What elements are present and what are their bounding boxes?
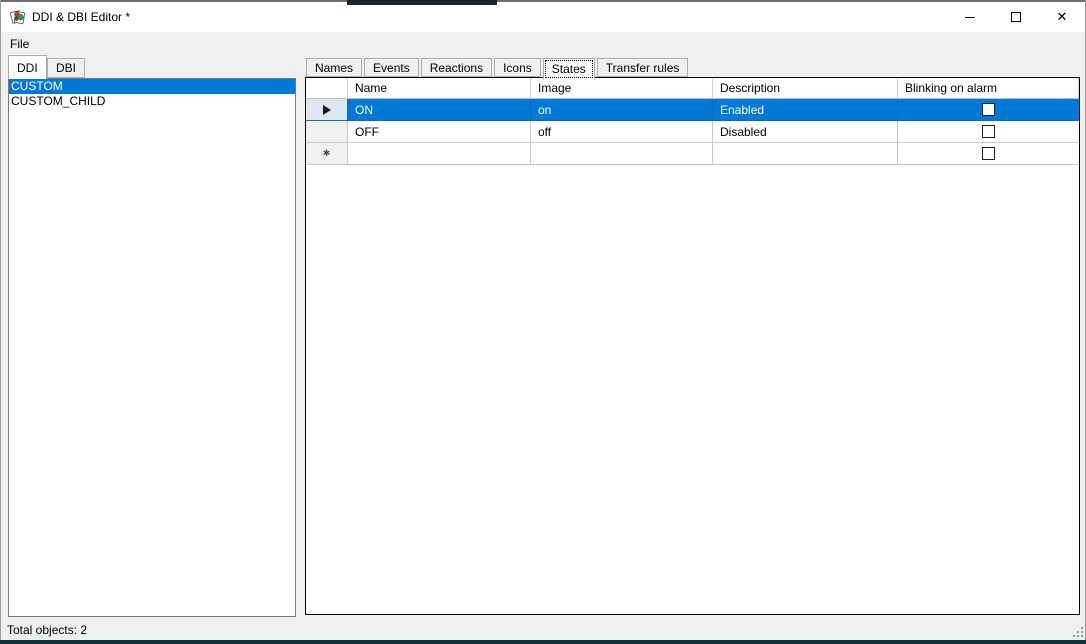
window-title: DDI & DBI Editor * [32,10,131,24]
row-header-cell[interactable] [306,99,348,121]
column-header-blinking[interactable]: Blinking on alarm [898,78,1079,99]
row-header-cell[interactable]: ✱ [306,143,348,165]
menu-file[interactable]: File [1,34,38,54]
maximize-button[interactable] [993,2,1039,32]
tab-icons[interactable]: Icons [494,58,541,77]
resize-grip-icon[interactable] [1072,626,1083,637]
cell-name[interactable]: ON [348,99,531,121]
cell-blinking [898,121,1079,143]
current-row-indicator-icon [322,104,331,115]
blinking-checkbox[interactable] [982,125,995,138]
tab-dbi[interactable]: DBI [47,58,86,78]
cell-name[interactable] [348,143,531,165]
column-header-description[interactable]: Description [713,78,898,99]
tab-ddi[interactable]: DDI [8,55,47,79]
app-window: DDI & DBI Editor * ✕ File DDI DBI CUSTOM… [0,0,1086,644]
window-border-top [0,0,1086,2]
list-item-custom-child[interactable]: CUSTOM_CHILD [9,94,295,109]
status-bar: Total objects: 2 [1,620,1085,640]
blinking-checkbox[interactable] [982,147,995,160]
grid-header-row: Name Image Description Blinking on alarm [306,78,1079,99]
new-row-icon: ✱ [322,148,331,158]
background-window-sliver [347,0,497,5]
cell-blinking [898,143,1079,165]
minimize-button[interactable] [947,2,993,32]
caption-buttons: ✕ [947,2,1085,32]
new-row[interactable]: ✱ [306,143,1079,165]
background-window-bottom-strip [0,640,1086,644]
tab-names[interactable]: Names [306,58,363,77]
menu-bar: File [1,32,1085,55]
tab-transfer-rules[interactable]: Transfer rules [596,58,689,77]
status-total-objects: Total objects: 2 [7,623,88,637]
app-icon [10,10,26,25]
window-border-left [0,0,1,640]
minimize-icon [965,16,975,18]
column-header-image[interactable]: Image [531,78,713,99]
cell-blinking [898,99,1079,121]
close-icon: ✕ [1056,9,1068,24]
right-tab-strip: Names Events Reactions Icons States Tran… [306,58,689,80]
cell-image[interactable]: on [531,99,713,121]
list-item-custom[interactable]: CUSTOM [9,79,295,94]
row-header-cell[interactable] [306,121,348,143]
cell-description[interactable] [713,143,898,165]
cell-image[interactable]: off [531,121,713,143]
close-button[interactable]: ✕ [1039,2,1085,32]
grid-corner-header [306,78,348,99]
object-listbox[interactable]: CUSTOM CUSTOM_CHILD [8,78,296,617]
column-header-name[interactable]: Name [348,78,531,99]
table-row[interactable]: OFF off Disabled [306,121,1079,143]
table-row[interactable]: ON on Enabled [306,99,1079,121]
maximize-icon [1011,12,1021,22]
states-datagrid: Name Image Description Blinking on alarm… [305,77,1080,615]
tab-states[interactable]: States [542,58,595,80]
blinking-checkbox[interactable] [982,103,995,116]
cell-name[interactable]: OFF [348,121,531,143]
cell-image[interactable] [531,143,713,165]
title-bar: DDI & DBI Editor * ✕ [1,2,1085,32]
tab-reactions[interactable]: Reactions [420,58,493,77]
cell-description[interactable]: Enabled [713,99,898,121]
cell-description[interactable]: Disabled [713,121,898,143]
tab-events[interactable]: Events [364,58,419,77]
